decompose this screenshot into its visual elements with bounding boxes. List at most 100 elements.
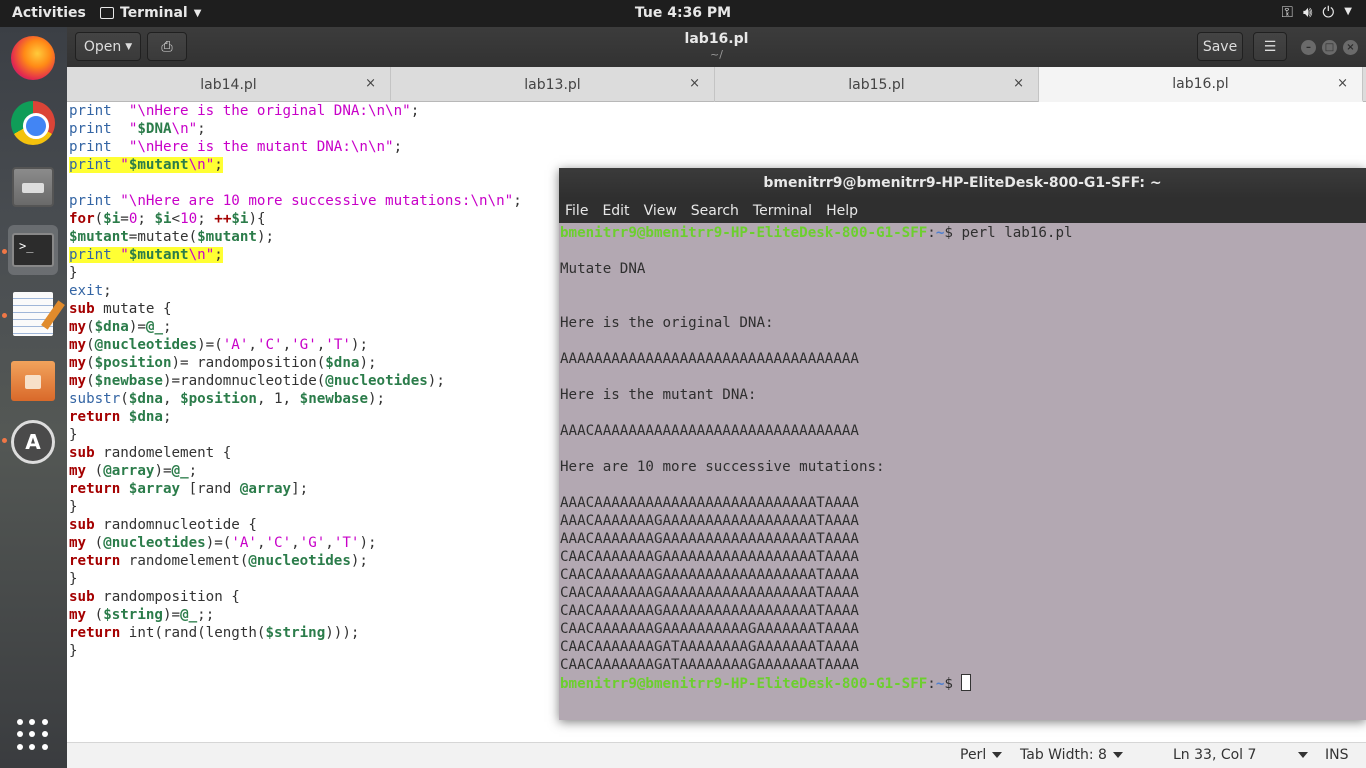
cursor-position-selector[interactable]: Ln 33, Col 7 xyxy=(1173,747,1309,763)
chevron-down-icon xyxy=(992,752,1003,758)
prompt-user: bmenitrr9@bmenitrr9-HP-EliteDesk-800-G1-… xyxy=(560,676,928,692)
terminal-icon: >_ xyxy=(12,233,54,267)
tab-label: lab14.pl xyxy=(200,76,257,93)
hamburger-menu-button[interactable]: ☰ xyxy=(1253,32,1287,61)
command-line: bmenitrr9@bmenitrr9-HP-EliteDesk-800-G1-… xyxy=(560,225,1073,241)
save-button[interactable]: Save xyxy=(1197,32,1243,61)
dock-firefox[interactable] xyxy=(8,33,58,83)
output-line: CAACAAAAAAAGATAAAAAAAAGAAAAAAATAAAA xyxy=(560,639,859,655)
command-text: perl lab16.pl xyxy=(961,225,1073,241)
window-title: lab16.pl xyxy=(684,31,749,47)
close-icon[interactable]: × xyxy=(365,76,376,91)
maximize-button[interactable]: □ xyxy=(1322,40,1337,55)
dock-files[interactable] xyxy=(8,162,58,212)
prompt-path: ~ xyxy=(935,676,945,692)
dock-software-updater[interactable]: A xyxy=(8,417,58,467)
close-icon[interactable]: × xyxy=(1337,76,1348,91)
open-button[interactable]: Open ▼ xyxy=(75,32,141,61)
text-cursor xyxy=(961,674,972,691)
output-line: CAACAAAAAAAGATAAAAAAAAGAAAAAAATAAAA xyxy=(560,657,859,673)
tab-bar: lab14.pl × lab13.pl × lab15.pl × lab16.p… xyxy=(67,67,1366,102)
files-icon xyxy=(12,167,54,207)
volume-icon: 🔊︎ xyxy=(1302,3,1313,21)
tab-width-label: Tab Width: 8 xyxy=(1020,747,1107,763)
firefox-icon xyxy=(11,36,55,80)
terminal-window: bmenitrr9@bmenitrr9-HP-EliteDesk-800-G1-… xyxy=(559,168,1366,720)
show-applications-button[interactable] xyxy=(8,710,58,760)
top-bar: Activities Terminal ▼ Tue 4:36 PM ⚿ 🔊︎ ⏻… xyxy=(0,0,1366,27)
close-icon[interactable]: × xyxy=(689,76,700,91)
app-menu[interactable]: Terminal ▼ xyxy=(100,5,201,21)
archive-icon xyxy=(11,361,55,401)
menu-terminal[interactable]: Terminal xyxy=(753,203,812,219)
output-block: Mutate DNA Here is the original DNA: AAAAA… xyxy=(560,242,1366,674)
software-updater-icon: A xyxy=(11,420,55,464)
output-line: CAACAAAAAAAGAAAAAAAAAAAAAAAAAATAAAA xyxy=(560,585,859,601)
dock-chrome[interactable] xyxy=(8,98,58,148)
running-indicator xyxy=(2,313,7,318)
tab-lab13[interactable]: lab13.pl × xyxy=(391,67,715,102)
prompt-line: bmenitrr9@bmenitrr9-HP-EliteDesk-800-G1-… xyxy=(560,674,1366,692)
output-line: AAACAAAAAAAAAAAAAAAAAAAAAAAAAAAAAAA xyxy=(560,423,859,439)
text-editor-icon xyxy=(13,292,53,336)
menu-edit[interactable]: Edit xyxy=(602,203,629,219)
dock-text-editor[interactable] xyxy=(8,289,58,339)
status-bar: Perl Tab Width: 8 Ln 33, Col 7 INS xyxy=(67,742,1366,768)
new-tab-button[interactable]: ⎙ xyxy=(147,32,187,61)
terminal-output[interactable]: bmenitrr9@bmenitrr9-HP-EliteDesk-800-G1-… xyxy=(559,223,1366,720)
chrome-icon xyxy=(11,101,55,145)
power-icon: ⏻ xyxy=(1322,3,1335,21)
tab-lab16[interactable]: lab16.pl × xyxy=(1039,67,1363,102)
terminal-title: bmenitrr9@bmenitrr9-HP-EliteDesk-800-G1-… xyxy=(559,168,1366,198)
tab-width-selector[interactable]: Tab Width: 8 xyxy=(1020,747,1123,763)
insert-mode-indicator: INS xyxy=(1325,747,1349,763)
tab-lab14[interactable]: lab14.pl × xyxy=(67,67,391,102)
minimize-button[interactable]: – xyxy=(1301,40,1316,55)
tab-label: lab13.pl xyxy=(524,76,581,93)
output-line: CAACAAAAAAAGAAAAAAAAAAAAAAAAAATAAAA xyxy=(560,603,859,619)
terminal-icon xyxy=(100,7,114,19)
output-line: AAAAAAAAAAAAAAAAAAAAAAAAAAAAAAAAAAA xyxy=(560,351,859,367)
app-menu-label: Terminal xyxy=(120,5,188,21)
activities-button[interactable]: Activities xyxy=(12,5,86,21)
menu-file[interactable]: File xyxy=(565,203,588,219)
grid-icon xyxy=(17,719,49,751)
running-indicator xyxy=(2,438,7,443)
chevron-down-icon: ▼ xyxy=(125,41,133,52)
language-selector[interactable]: Perl xyxy=(960,747,1003,763)
output-line: Here are 10 more successive mutations: xyxy=(560,459,885,475)
code-line: print "\nHere is the mutant DNA:\n\n"; xyxy=(69,139,403,155)
output-line: CAACAAAAAAAGAAAAAAAAAAGAAAAAAATAAAA xyxy=(560,621,859,637)
output-line: AAACAAAAAAAAAAAAAAAAAAAAAAAAAATAAAA xyxy=(560,495,859,511)
menu-view[interactable]: View xyxy=(644,203,677,219)
close-icon[interactable]: × xyxy=(1013,76,1024,91)
system-menu[interactable]: ⚿ 🔊︎ ⏻ ▼ xyxy=(1282,3,1352,21)
chevron-down-icon: ▼ xyxy=(1344,6,1352,17)
code-line: print "\nHere is the original DNA:\n\n"; xyxy=(69,103,420,119)
output-line: CAACAAAAAAAGAAAAAAAAAAAAAAAAAATAAAA xyxy=(560,567,859,583)
output-line: AAACAAAAAAAGAAAAAAAAAAAAAAAAAATAAAA xyxy=(560,513,859,529)
output-line: Mutate DNA xyxy=(560,261,646,277)
chevron-down-icon xyxy=(1112,752,1123,758)
clock[interactable]: Tue 4:36 PM xyxy=(0,5,1366,21)
header-bar: Open ▼ ⎙ lab16.pl ~/ Save ☰ – □ × xyxy=(67,27,1366,67)
prompt-path: ~ xyxy=(935,225,945,241)
dock-terminal[interactable]: >_ xyxy=(8,225,58,275)
output-line: Here is the mutant DNA: xyxy=(560,387,757,403)
menu-help[interactable]: Help xyxy=(826,203,858,219)
close-button[interactable]: × xyxy=(1343,40,1358,55)
menu-search[interactable]: Search xyxy=(691,203,739,219)
code-line: print "$DNA\n"; xyxy=(69,121,206,137)
dock-archive[interactable] xyxy=(8,356,58,406)
tab-lab15[interactable]: lab15.pl × xyxy=(715,67,1039,102)
open-label: Open xyxy=(83,38,122,55)
save-label: Save xyxy=(1202,38,1238,55)
menu-icon: ☰ xyxy=(1263,38,1277,55)
